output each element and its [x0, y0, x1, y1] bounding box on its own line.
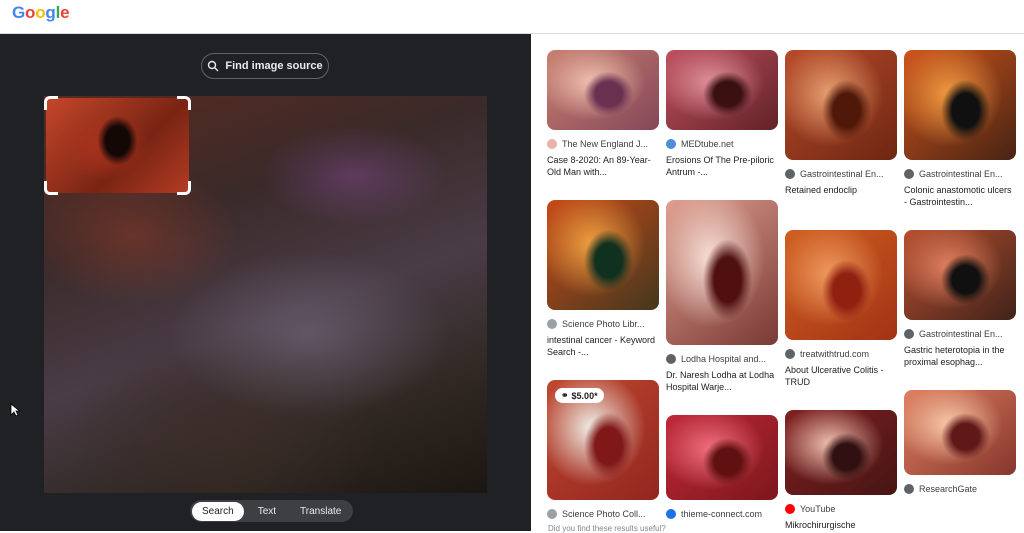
site-favicon-icon	[785, 504, 795, 514]
crop-handle-top-right[interactable]	[177, 96, 191, 110]
result-source[interactable]: Gastrointestinal En...	[785, 168, 897, 180]
result-title[interactable]: Colonic anastomotic ulcers - Gastrointes…	[904, 184, 1016, 210]
site-favicon-icon	[904, 484, 914, 494]
result-card[interactable]: Gastrointestinal En... Colonic anastomoti…	[904, 50, 1016, 210]
result-thumbnail[interactable]	[785, 410, 897, 495]
result-source-name: The New England J...	[562, 139, 649, 149]
result-source[interactable]: Science Photo Coll...	[547, 508, 659, 520]
site-favicon-icon	[666, 509, 676, 519]
result-thumbnail[interactable]	[904, 50, 1016, 160]
result-thumbnail[interactable]	[904, 390, 1016, 475]
site-favicon-icon	[904, 329, 914, 339]
lens-viewer-panel: Find image source Search Text Translate	[0, 34, 531, 531]
site-favicon-icon	[547, 139, 557, 149]
logo-letter: e	[60, 3, 70, 22]
result-source-name: Science Photo Libr...	[562, 319, 645, 329]
result-title[interactable]: Dr. Naresh Lodha at Lodha Hospital Warje…	[666, 369, 778, 395]
result-source[interactable]: Science Photo Libr...	[547, 318, 659, 330]
result-source-name: Lodha Hospital and...	[681, 354, 767, 364]
result-source-name: Science Photo Coll...	[562, 509, 646, 519]
crop-handle-bottom-left[interactable]	[44, 181, 58, 195]
result-source-name: Gastrointestinal En...	[919, 169, 1003, 179]
crop-handle-top-left[interactable]	[44, 96, 58, 110]
result-thumbnail[interactable]	[547, 50, 659, 130]
result-title[interactable]: About Ulcerative Colitis - TRUD	[785, 364, 897, 390]
result-card[interactable]: treatwithtrud.com About Ulcerative Coliti…	[785, 230, 897, 390]
result-source[interactable]: Gastrointestinal En...	[904, 328, 1016, 340]
price-label: $5.00*	[571, 390, 598, 401]
find-image-source-label: Find image source	[225, 60, 323, 72]
mode-text-tab[interactable]: Text	[248, 502, 286, 521]
result-title[interactable]	[666, 524, 778, 531]
result-title[interactable]	[904, 499, 1016, 525]
mode-search-tab[interactable]: Search	[192, 501, 244, 521]
result-thumbnail[interactable]	[785, 50, 897, 160]
result-source[interactable]: The New England J...	[547, 138, 659, 150]
site-favicon-icon	[785, 169, 795, 179]
site-favicon-icon	[547, 509, 557, 519]
crop-handle-bottom-right[interactable]	[177, 181, 191, 195]
result-title[interactable]: Case 8-2020: An 89-Year-Old Man with...	[547, 154, 659, 180]
result-source[interactable]: YouTube	[785, 503, 897, 515]
lens-search-icon	[208, 60, 219, 72]
result-source[interactable]: Gastrointestinal En...	[904, 168, 1016, 180]
result-source-name: MEDtube.net	[681, 139, 734, 149]
result-title[interactable]: Mikrochirurgische Operation	[785, 519, 897, 531]
logo-letter: o	[25, 3, 36, 22]
result-card[interactable]: ResearchGate	[904, 390, 1016, 525]
result-source[interactable]: MEDtube.net	[666, 138, 778, 150]
result-title[interactable]: Retained endoclip	[785, 184, 897, 210]
find-image-source-button[interactable]: Find image source	[201, 53, 329, 79]
feedback-hint: Did you find these results useful?	[548, 524, 666, 533]
result-source-name: Gastrointestinal En...	[919, 329, 1003, 339]
result-card[interactable]: ⚭ $5.00* Science Photo Coll...	[547, 380, 659, 531]
logo-letter: G	[12, 3, 26, 22]
result-card[interactable]: Gastrointestinal En... Gastric heterotopi…	[904, 230, 1016, 370]
result-thumbnail[interactable]	[666, 415, 778, 500]
result-source-name: thieme-connect.com	[681, 509, 763, 519]
result-source[interactable]: Lodha Hospital and...	[666, 353, 778, 365]
site-favicon-icon	[666, 139, 676, 149]
result-source[interactable]: ResearchGate	[904, 483, 1016, 495]
result-source-name: treatwithtrud.com	[800, 349, 870, 359]
result-card[interactable]: YouTube Mikrochirurgische Operation	[785, 410, 897, 531]
site-favicon-icon	[666, 354, 676, 364]
visual-matches-panel: The New England J... Case 8-2020: An 89-Y…	[531, 34, 1024, 531]
site-favicon-icon	[904, 169, 914, 179]
tag-icon: ⚭	[561, 390, 569, 400]
result-thumbnail[interactable]: ⚭ $5.00*	[547, 380, 659, 500]
result-card[interactable]: MEDtube.net Erosions Of The Pre-piloric A…	[666, 50, 778, 180]
result-card[interactable]: The New England J... Case 8-2020: An 89-Y…	[547, 50, 659, 180]
result-source[interactable]: thieme-connect.com	[666, 508, 778, 520]
result-card[interactable]: Gastrointestinal En... Retained endoclip	[785, 50, 897, 210]
site-favicon-icon	[547, 319, 557, 329]
result-card[interactable]: Science Photo Libr... intestinal cancer -…	[547, 200, 659, 360]
site-favicon-icon	[785, 349, 795, 359]
mode-translate-tab[interactable]: Translate	[290, 502, 351, 521]
result-title[interactable]: Gastric heterotopia in the proximal esop…	[904, 344, 1016, 370]
result-thumbnail[interactable]	[666, 200, 778, 345]
google-logo[interactable]: Google	[12, 3, 70, 23]
result-card[interactable]: thieme-connect.com	[666, 415, 778, 531]
price-badge: ⚭ $5.00*	[555, 388, 604, 403]
result-card[interactable]: Lodha Hospital and... Dr. Naresh Lodha at…	[666, 200, 778, 395]
logo-letter: o	[35, 3, 46, 22]
result-thumbnail[interactable]	[666, 50, 778, 130]
result-thumbnail[interactable]	[547, 200, 659, 310]
logo-letter: g	[45, 3, 56, 22]
result-title[interactable]: Erosions Of The Pre-piloric Antrum -...	[666, 154, 778, 180]
crop-selection[interactable]	[44, 96, 191, 195]
result-thumbnail[interactable]	[785, 230, 897, 340]
mode-switcher: Search Text Translate	[190, 500, 354, 522]
crop-preview	[46, 98, 189, 193]
top-bar: Google	[0, 0, 1024, 34]
result-thumbnail[interactable]	[904, 230, 1016, 320]
result-source[interactable]: treatwithtrud.com	[785, 348, 897, 360]
result-source-name: ResearchGate	[919, 484, 978, 494]
result-title[interactable]: intestinal cancer - Keyword Search -...	[547, 334, 659, 360]
mouse-cursor-icon	[10, 403, 20, 417]
result-source-name: YouTube	[800, 504, 836, 514]
result-source-name: Gastrointestinal En...	[800, 169, 884, 179]
